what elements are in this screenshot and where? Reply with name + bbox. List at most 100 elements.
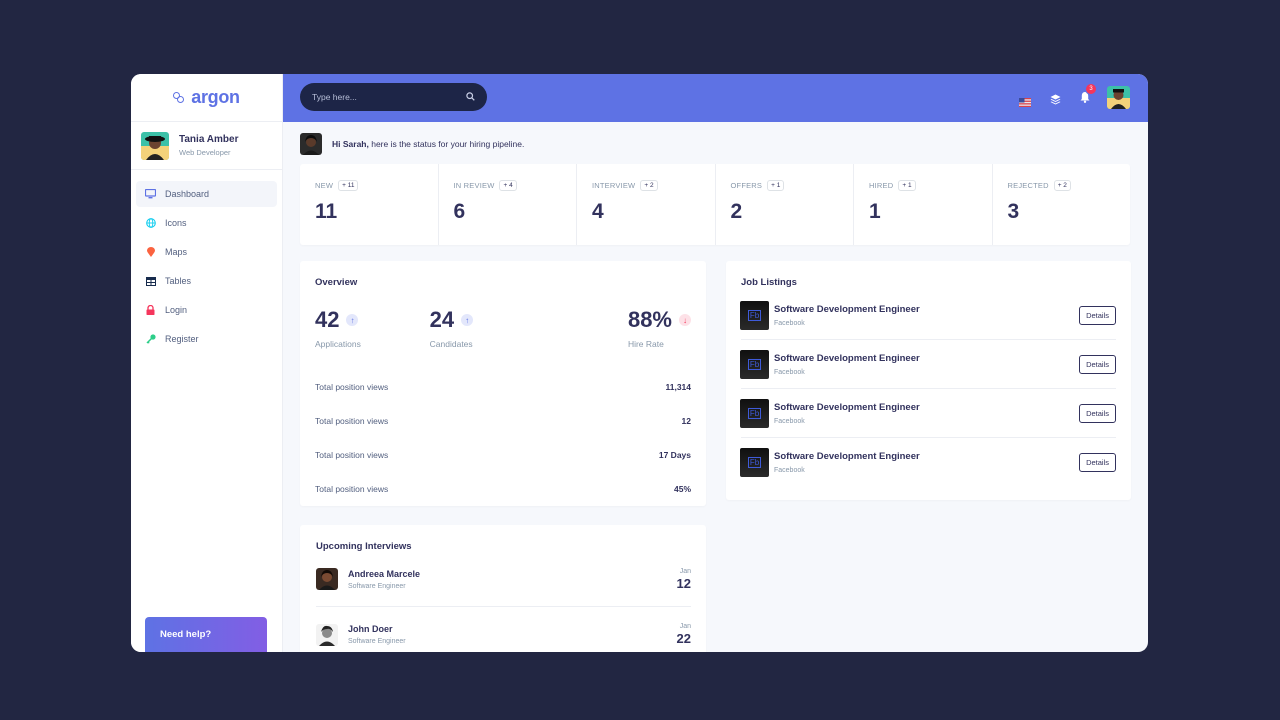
row-label: Total position views bbox=[315, 382, 389, 392]
need-help-button[interactable]: Need help? bbox=[145, 617, 267, 652]
job-listing: Fb Software Development Engineer Facebook… bbox=[740, 291, 1116, 340]
dashboard-window: argon Tania Amber Web Developer Dashboar… bbox=[131, 74, 1148, 652]
globe-icon bbox=[145, 218, 156, 229]
row-label: Total position views bbox=[315, 484, 389, 494]
candidate-name: John Doer bbox=[348, 624, 393, 634]
sidebar-item-label: Icons bbox=[165, 218, 187, 228]
interview-item[interactable]: Andreea Marcele Software Engineer Jan 12 bbox=[316, 552, 691, 607]
details-button[interactable]: Details bbox=[1079, 354, 1116, 374]
interview-item[interactable]: John Doer Software Engineer Jan 22 bbox=[316, 607, 691, 652]
company-logo: Fb bbox=[740, 300, 769, 330]
candidate-avatar bbox=[316, 623, 338, 646]
kpi-value: 24 bbox=[429, 307, 455, 332]
candidate-avatar bbox=[316, 568, 338, 590]
arrow-down-icon: ↓ bbox=[679, 314, 691, 326]
kpi-label: Applications bbox=[315, 339, 361, 349]
greeting-message: here is the status for your hiring pipel… bbox=[368, 139, 525, 149]
stat-label: OFFERS bbox=[730, 181, 763, 190]
overview-row: Total position views 17 Days bbox=[315, 438, 691, 472]
job-listing: Fb Software Development Engineer Facebook… bbox=[740, 438, 1116, 487]
stat-label: INTERVIEW bbox=[592, 181, 636, 190]
sidebar: argon Tania Amber Web Developer Dashboar… bbox=[131, 74, 283, 652]
sidebar-item-icons[interactable]: Icons bbox=[136, 210, 277, 236]
job-title: Software Development Engineer bbox=[774, 451, 920, 462]
greeting-name: Hi Sarah, bbox=[332, 139, 369, 149]
sidebar-item-dashboard[interactable]: Dashboard bbox=[136, 181, 277, 207]
upcoming-interviews-card: Upcoming Interviews Andreea Marcele Softw… bbox=[300, 525, 706, 652]
candidate-role: Software Engineer bbox=[348, 582, 406, 590]
company-logo: Fb bbox=[740, 398, 769, 428]
stat-in-review: IN REVIEW + 4 6 bbox=[439, 164, 577, 245]
sidebar-item-label: Maps bbox=[165, 247, 188, 257]
interviews-title: Upcoming Interviews bbox=[316, 541, 412, 552]
details-button[interactable]: Details bbox=[1079, 453, 1116, 472]
stat-delta: + 1 bbox=[767, 180, 785, 191]
user-avatar bbox=[141, 131, 169, 160]
profile-avatar[interactable] bbox=[1107, 86, 1130, 109]
kpi-applications: 42 ↑ Applications bbox=[315, 307, 361, 349]
job-company: Facebook bbox=[774, 319, 805, 327]
job-listing: Fb Software Development Engineer Facebook… bbox=[740, 340, 1116, 389]
main-content: Hi Sarah, here is the status for your hi… bbox=[283, 122, 1148, 652]
sidebar-item-register[interactable]: Register bbox=[136, 326, 277, 352]
sidebar-nav: Dashboard Icons Maps Tables Login Regist… bbox=[131, 170, 282, 352]
overview-row: Total position views 11,314 bbox=[315, 370, 691, 404]
stat-delta: + 1 bbox=[898, 180, 916, 191]
overview-row: Total position views 12 bbox=[315, 404, 691, 438]
table-icon bbox=[145, 276, 156, 287]
job-company: Facebook bbox=[774, 368, 805, 376]
notification-badge: 3 bbox=[1085, 83, 1097, 95]
lock-icon bbox=[145, 305, 156, 316]
stat-delta: + 2 bbox=[640, 180, 658, 191]
sidebar-item-maps[interactable]: Maps bbox=[136, 239, 277, 265]
company-logo: Fb bbox=[740, 448, 769, 477]
stat-value: 6 bbox=[453, 200, 466, 223]
stat-label: HIRED bbox=[869, 181, 894, 190]
overview-title: Overview bbox=[315, 277, 358, 288]
stat-value: 4 bbox=[592, 200, 604, 223]
candidate-name: Andreea Marcele bbox=[348, 568, 421, 579]
argon-logo-icon bbox=[173, 91, 186, 104]
greeting: Hi Sarah, here is the status for your hi… bbox=[300, 133, 524, 155]
pipeline-stats: NEW + 11 11 IN REVIEW + 4 6 INTERVIEW + 2 4… bbox=[300, 164, 1130, 245]
interview-month: Jan bbox=[679, 567, 691, 575]
kpi-label: Candidates bbox=[429, 339, 473, 349]
stat-delta: + 2 bbox=[1053, 180, 1071, 191]
layers-icon[interactable] bbox=[1050, 92, 1061, 110]
job-title: Software Development Engineer bbox=[774, 303, 920, 315]
sidebar-item-tables[interactable]: Tables bbox=[136, 268, 277, 294]
job-title: Software Development Engineer bbox=[774, 352, 920, 364]
user-role: Web Developer bbox=[179, 148, 231, 157]
arrow-up-icon: ↑ bbox=[346, 314, 359, 326]
row-value: 12 bbox=[681, 416, 691, 426]
search-bar[interactable] bbox=[300, 83, 487, 111]
stat-value: 1 bbox=[869, 200, 881, 223]
sidebar-item-login[interactable]: Login bbox=[136, 297, 277, 323]
us-flag-icon[interactable] bbox=[1019, 94, 1031, 107]
search-input[interactable] bbox=[312, 92, 452, 102]
stat-label: REJECTED bbox=[1007, 181, 1049, 190]
sidebar-item-label: Tables bbox=[165, 276, 192, 286]
stat-label: IN REVIEW bbox=[453, 181, 495, 190]
stat-hired: HIRED + 1 1 bbox=[854, 164, 993, 245]
key-icon bbox=[145, 334, 156, 345]
stat-value: 2 bbox=[730, 200, 743, 223]
brand-logo[interactable]: argon bbox=[131, 74, 282, 122]
brand-name: argon bbox=[191, 87, 240, 107]
stat-value: 3 bbox=[1007, 200, 1020, 223]
user-profile[interactable]: Tania Amber Web Developer bbox=[131, 122, 282, 170]
map-pin-icon bbox=[145, 247, 156, 258]
job-title: Software Development Engineer bbox=[774, 401, 920, 413]
stat-delta: + 4 bbox=[499, 180, 517, 191]
details-button[interactable]: Details bbox=[1079, 403, 1116, 423]
job-listings-title: Job Listings bbox=[741, 277, 797, 288]
kpi-candidates: 24 ↑ Candidates bbox=[429, 307, 474, 349]
interview-month: Jan bbox=[679, 623, 691, 630]
search-icon[interactable] bbox=[466, 88, 475, 106]
details-button[interactable]: Details bbox=[1079, 305, 1116, 325]
kpi-hire-rate: 88% ↓ Hire Rate bbox=[628, 307, 691, 349]
sidebar-item-label: Register bbox=[165, 334, 199, 344]
overview-kpis: 42 ↑ Applications 24 ↑ Candidates 88% ↓ Hir… bbox=[315, 307, 691, 349]
stat-delta: + 11 bbox=[338, 180, 359, 191]
row-label: Total position views bbox=[315, 416, 389, 426]
